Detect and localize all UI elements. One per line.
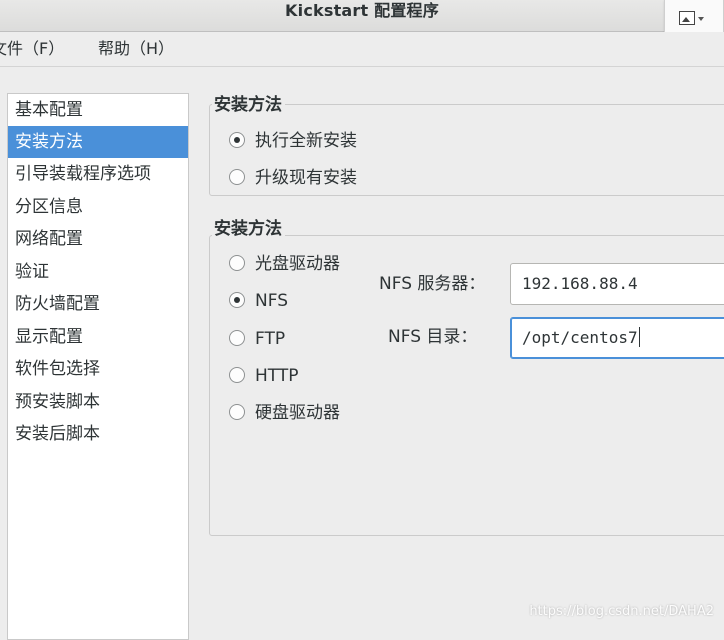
nfs-server-input[interactable]: 192.168.88.4 bbox=[510, 263, 724, 305]
sidebar-item-bootloader-options[interactable]: 引导装载程序选项 bbox=[8, 158, 188, 190]
image-icon bbox=[679, 11, 695, 25]
radio-button-checked[interactable] bbox=[229, 292, 245, 308]
menu-file[interactable]: 文件（F） bbox=[0, 32, 64, 66]
install-type-legend: 安装方法 bbox=[212, 95, 285, 115]
radio-hard-drive-label: 硬盘驱动器 bbox=[255, 403, 340, 423]
radio-nfs-label: NFS bbox=[255, 291, 288, 311]
sidebar-item-authentication[interactable]: 验证 bbox=[8, 256, 188, 288]
nfs-directory-input[interactable]: /opt/centos7 bbox=[510, 317, 724, 359]
sidebar-item-post-install-script[interactable]: 安装后脚本 bbox=[8, 418, 188, 450]
sidebar-item-firewall-config[interactable]: 防火墙配置 bbox=[8, 288, 188, 320]
sidebar-item-basic-config[interactable]: 基本配置 bbox=[8, 94, 188, 126]
radio-fresh-install-label: 执行全新安装 bbox=[255, 131, 357, 151]
nfs-directory-label: NFS 目录： bbox=[388, 327, 478, 347]
chevron-down-icon bbox=[698, 17, 704, 21]
nfs-server-label: NFS 服务器： bbox=[379, 274, 486, 294]
window-titlebar: Kickstart 配置程序 bbox=[0, 0, 724, 32]
sidebar-item-package-selection[interactable]: 软件包选择 bbox=[8, 353, 188, 385]
radio-button-checked[interactable] bbox=[229, 132, 245, 148]
radio-button[interactable] bbox=[229, 404, 245, 420]
sidebar-item-pre-install-script[interactable]: 预安装脚本 bbox=[8, 386, 188, 418]
radio-cdrom-label: 光盘驱动器 bbox=[255, 254, 340, 274]
menubar: 文件（F） 帮助（H） bbox=[0, 32, 724, 67]
watermark: https://blog.csdn.net/DAHA2 bbox=[529, 604, 714, 619]
text-cursor bbox=[638, 327, 640, 347]
radio-button[interactable] bbox=[229, 367, 245, 383]
nfs-directory-value: /opt/centos7 bbox=[522, 328, 638, 347]
sidebar-category-list: 基本配置 安装方法 引导装载程序选项 分区信息 网络配置 验证 防火墙配置 显示… bbox=[7, 93, 189, 640]
radio-ftp-label: FTP bbox=[255, 329, 286, 349]
sidebar-item-partition-info[interactable]: 分区信息 bbox=[8, 191, 188, 223]
window-title: Kickstart 配置程序 bbox=[285, 1, 439, 20]
radio-button[interactable] bbox=[229, 330, 245, 346]
sidebar-item-display-config[interactable]: 显示配置 bbox=[8, 321, 188, 353]
radio-http-label: HTTP bbox=[255, 366, 299, 386]
sidebar-item-network-config[interactable]: 网络配置 bbox=[8, 223, 188, 255]
radio-upgrade-install-label: 升级现有安装 bbox=[255, 168, 357, 188]
nfs-server-value: 192.168.88.4 bbox=[522, 274, 638, 293]
install-source-legend: 安装方法 bbox=[212, 219, 285, 239]
radio-button[interactable] bbox=[229, 255, 245, 271]
menu-help[interactable]: 帮助（H） bbox=[98, 32, 174, 66]
radio-button[interactable] bbox=[229, 169, 245, 185]
sidebar-item-install-method[interactable]: 安装方法 bbox=[8, 126, 188, 158]
